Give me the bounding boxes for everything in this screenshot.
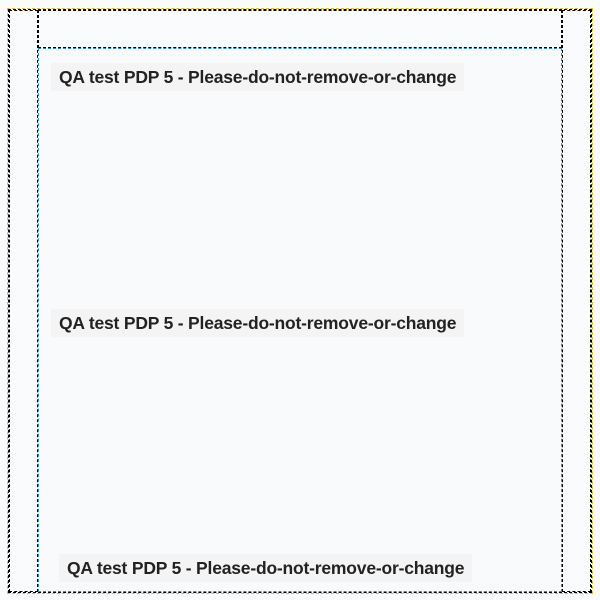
guide-top-row: [38, 10, 562, 48]
guide-column-left: [9, 10, 38, 592]
guide-column-right: [562, 10, 591, 592]
qa-label-2: QA test PDP 5 - Please-do-not-remove-or-…: [51, 309, 464, 337]
main-content-panel: QA test PDP 5 - Please-do-not-remove-or-…: [38, 48, 562, 592]
qa-label-3: QA test PDP 5 - Please-do-not-remove-or-…: [59, 554, 472, 582]
qa-label-1: QA test PDP 5 - Please-do-not-remove-or-…: [51, 63, 464, 91]
